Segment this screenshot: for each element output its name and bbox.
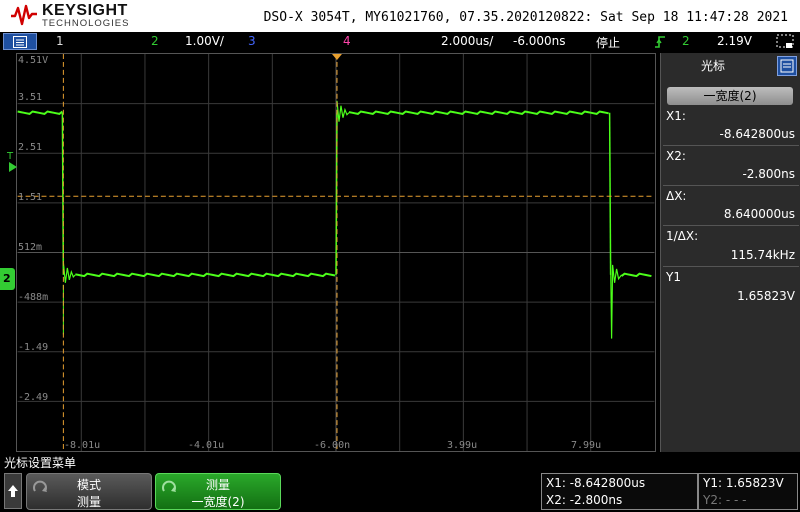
trace-segment xyxy=(348,110,609,115)
inverse-delta-x-label: 1/ΔX: xyxy=(666,229,699,243)
channel-1-label[interactable]: 1 xyxy=(56,34,64,48)
side-panel-title: 光标 xyxy=(700,59,725,73)
divider xyxy=(663,185,799,186)
delta-x-value: 8.640000us xyxy=(723,207,795,221)
trigger-edge-icon xyxy=(655,36,665,48)
time-delay: -6.000ns xyxy=(513,34,566,48)
trace-segment xyxy=(620,272,652,278)
inverse-delta-x-value: 115.74kHz xyxy=(730,248,795,262)
main-menu-button[interactable] xyxy=(3,33,37,50)
x-tick-label: -6.00n xyxy=(314,440,351,451)
cursor-x-readout: X1: -8.642800us X2: -2.800ns xyxy=(541,473,698,510)
x2-label: X2: xyxy=(666,149,686,163)
menu-icon xyxy=(13,36,27,48)
brand-subtitle: TECHNOLOGIES xyxy=(42,18,130,29)
readout-x2: X2: -2.800ns xyxy=(546,493,623,507)
x-tick-label: -8.01u xyxy=(64,440,101,451)
channel-3-label[interactable]: 3 xyxy=(248,34,256,48)
trigger-level-arrow-icon[interactable] xyxy=(9,162,17,172)
cursor-side-panel: 光标 一宽度(2) X1: -8.642800us X2: -2.800ns Δ… xyxy=(660,53,800,452)
y-tick-label: -488m xyxy=(18,292,49,303)
readout-y1: Y1: 1.65823V xyxy=(703,476,784,490)
trace-segment xyxy=(610,260,623,339)
mode-softkey[interactable]: 模式 测量 xyxy=(26,473,152,510)
waveform-grid[interactable] xyxy=(16,53,656,452)
cursor-mode-button[interactable]: 一宽度(2) xyxy=(667,87,793,105)
arrow-up-icon xyxy=(8,485,18,497)
header-bar: KEYSIGHT TECHNOLOGIES DSO-X 3054T, MY610… xyxy=(0,0,800,32)
y1-label: Y1 xyxy=(666,270,681,284)
delta-x-label: ΔX: xyxy=(666,189,687,203)
y-tick-label: -1.49 xyxy=(18,342,49,353)
status-bar: 1 2 1.00V/ 3 4 2.000us/ -6.000ns 停止 2 2.… xyxy=(0,32,800,52)
x-tick-label: 3.99u xyxy=(447,440,478,451)
x-tick-label: 7.99u xyxy=(571,440,602,451)
mode-softkey-line2: 测量 xyxy=(76,495,101,509)
trace-segment xyxy=(608,112,612,275)
trigger-position-marker xyxy=(332,54,342,60)
timebase-scale: 2.000us/ xyxy=(441,34,494,48)
trace-segment xyxy=(75,272,336,278)
y-tick-label: -2.49 xyxy=(18,392,49,403)
trigger-level: 2.19V xyxy=(717,34,752,48)
divider xyxy=(663,145,799,146)
measure-softkey[interactable]: 测量 一宽度(2) xyxy=(155,473,281,510)
x1-label: X1: xyxy=(666,109,686,123)
trigger-source: 2 xyxy=(682,34,690,48)
y1-value: 1.65823V xyxy=(737,289,795,303)
x1-value: -8.642800us xyxy=(719,127,795,141)
readout-y2: Y2: - - - xyxy=(703,493,747,507)
trace-segment xyxy=(17,110,64,115)
measure-softkey-line1: 测量 xyxy=(205,478,230,492)
mode-softkey-line1: 模式 xyxy=(76,478,101,492)
channel-2-label[interactable]: 2 xyxy=(151,34,159,48)
measure-softkey-line2: 一宽度(2) xyxy=(191,495,245,509)
channel-4-label[interactable]: 4 xyxy=(343,34,351,48)
divider xyxy=(663,266,799,267)
side-panel-menu-icon[interactable] xyxy=(777,56,797,76)
divider xyxy=(663,225,799,226)
readout-x1: X1: -8.642800us xyxy=(546,476,646,490)
cursor-y-readout: Y1: 1.65823V Y2: - - - xyxy=(698,473,798,510)
y-tick-label: 1.51 xyxy=(18,192,43,203)
softkey-bar: 光标设置菜单 模式 测量 测量 一宽度(2) X1: -8.642800us X… xyxy=(0,452,800,512)
x2-value: -2.800ns xyxy=(742,167,795,181)
y-tick-label: 2.51 xyxy=(18,142,43,153)
back-up-button[interactable] xyxy=(4,473,22,509)
channel-2-ground-marker[interactable]: 2 xyxy=(0,268,15,290)
x-tick-label: -4.01u xyxy=(188,440,225,451)
instrument-title: DSO-X 3054T, MY61021760, 07.35.202012082… xyxy=(263,10,788,25)
channel-2-trace xyxy=(17,100,652,339)
trace-segment xyxy=(62,262,76,283)
y-tick-label: 3.51 xyxy=(18,92,43,103)
zoom-box-icon[interactable] xyxy=(776,34,794,50)
menu-title: 光标设置菜单 xyxy=(4,456,77,470)
channel-2-scale: 1.00V/ xyxy=(185,34,224,48)
keysight-logo-icon xyxy=(11,4,37,26)
panel-list-icon xyxy=(780,59,794,73)
trigger-level-label: T xyxy=(7,151,14,162)
y-tick-label: 4.51V xyxy=(18,55,49,66)
y-tick-label: 512m xyxy=(18,242,43,253)
run-state: 停止 xyxy=(596,36,621,50)
channel-2-marker-label: 2 xyxy=(3,272,11,285)
